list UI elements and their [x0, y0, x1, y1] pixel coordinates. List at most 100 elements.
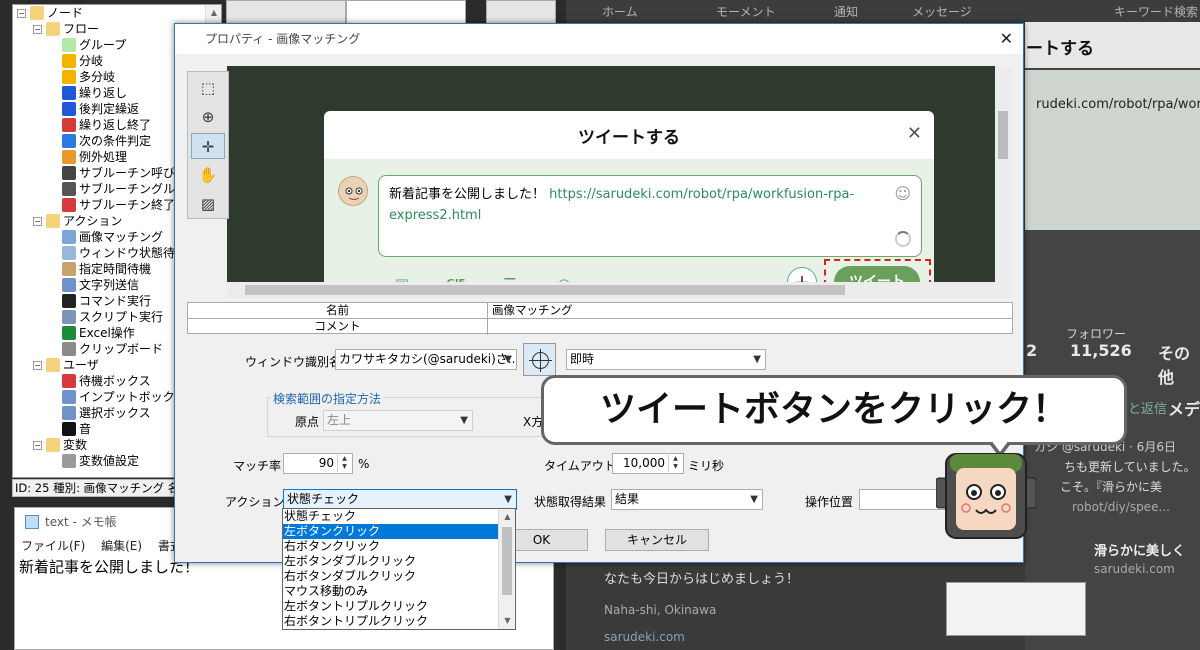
nav-notifications[interactable]: 通知 [834, 3, 858, 20]
nav-moments[interactable]: モーメント [716, 3, 776, 20]
tree-folder[interactable]: − アクション [33, 213, 122, 229]
target-finder-button[interactable] [523, 343, 556, 376]
scroll-thumb[interactable] [998, 111, 1008, 159]
tree-item[interactable]: Excel操作 [62, 325, 135, 341]
tree-item[interactable]: 繰り返し終了 [62, 117, 151, 133]
card-title[interactable]: 滑らかに美しく [1094, 540, 1185, 559]
reply-tab[interactable]: と返信 [1128, 398, 1167, 417]
tree-item[interactable]: 例外処理 [62, 149, 127, 165]
tweet-compose-area: 新着記事を公開しました！ https://sarudeki.com/robot/… [324, 159, 934, 298]
dropdown-option[interactable]: 右ボタンクリック [283, 539, 515, 554]
dropdown-option[interactable]: 左ボタントリプルクリック [283, 599, 515, 614]
menu-edit[interactable]: 編集(E) [101, 539, 142, 553]
menu-file[interactable]: ファイル(F) [21, 539, 85, 553]
followers-label: フォロワー [1066, 327, 1127, 341]
tree-item[interactable]: 指定時間待機 [62, 261, 151, 277]
stepper-arrows-icon[interactable]: ▲ ▼ [337, 455, 351, 472]
scroll-down-icon[interactable]: ▼ [499, 613, 516, 629]
tree-item[interactable]: 多分岐 [62, 69, 115, 85]
tree-item[interactable]: 画像マッチング [62, 229, 163, 245]
tree-item-label: 次の条件判定 [79, 134, 152, 148]
cancel-button[interactable]: キャンセル [605, 529, 709, 551]
zoom-tool-icon[interactable]: ⊕ [191, 104, 225, 130]
nav-messages[interactable]: メッセージ [912, 3, 972, 20]
emoji-icon[interactable]: ☺ [894, 183, 911, 204]
dropdown-option[interactable]: 右ボタンダブルクリック [283, 569, 515, 584]
tree-item[interactable]: 分岐 [62, 53, 103, 69]
crosshair-tool-icon[interactable]: ✛ [191, 133, 225, 159]
name-value[interactable]: 画像マッチング [490, 303, 573, 318]
dropdown-option[interactable]: 左ボタンダブルクリック [283, 554, 515, 569]
window-select[interactable]: カワサキタカシ(@sarudeki)さ... ▼ [335, 349, 517, 370]
close-icon[interactable]: ✕ [1000, 24, 1013, 54]
notepad-title: text - メモ帳 [45, 515, 117, 529]
tree-item[interactable]: 変数値設定 [62, 453, 139, 469]
expander-icon[interactable]: − [33, 24, 42, 34]
expander-icon[interactable]: − [17, 8, 26, 18]
tree-item-label: 後判定繰返 [79, 102, 140, 116]
tree-folder[interactable]: − ノード [17, 5, 83, 21]
close-icon[interactable]: ✕ [907, 123, 922, 144]
search-input[interactable]: キーワード検索 [1114, 3, 1198, 20]
canvas-hscroll[interactable] [227, 282, 995, 298]
tree-item[interactable]: 繰り返し [62, 85, 127, 101]
action-select[interactable]: 状態チェック ▼ [283, 489, 517, 510]
tree-item[interactable]: コマンド実行 [62, 293, 151, 309]
dropdown-option[interactable]: 左ボタンクリック [283, 524, 515, 539]
tweet-link[interactable]: robot/diy/spee... [1072, 500, 1170, 514]
select-tool-icon[interactable]: ⬚ [191, 75, 225, 101]
dropdown-scrollbar[interactable]: ▲ ▼ [498, 509, 515, 629]
tree-item[interactable]: サブルーチン終了 [62, 197, 175, 213]
action-dropdown-list[interactable]: 状態チェック 左ボタンクリック 右ボタンクリック 左ボタンダブルクリック 右ボタンダブル… [282, 508, 516, 630]
more-tab[interactable]: その他 [1158, 340, 1200, 388]
followers-count[interactable]: 11,526 [1070, 341, 1132, 360]
next-condition-icon [62, 134, 76, 148]
chevron-down-icon: ▼ [504, 354, 512, 365]
card-image[interactable] [946, 582, 1086, 636]
profile-link[interactable]: sarudeki.com [604, 630, 685, 644]
timing-select[interactable]: 即時 ▼ [566, 349, 766, 370]
tree-folder[interactable]: − 変数 [33, 437, 87, 453]
capture-canvas[interactable]: ツイートする ✕ 新着記事を公開しました！ https://sarudeki.c… [227, 66, 1010, 298]
tree-item[interactable]: 選択ボックス [62, 405, 151, 421]
origin-select[interactable]: 左上 ▼ [323, 410, 473, 431]
expander-icon[interactable]: − [33, 360, 42, 370]
timeout-stepper[interactable]: 10,000 ▲ ▼ [612, 453, 684, 474]
dropdown-option[interactable]: マウス移動のみ [283, 584, 515, 599]
media-tab[interactable]: メデ [1168, 396, 1200, 420]
expander-icon[interactable]: − [33, 440, 42, 450]
subroutine-end-icon [62, 198, 76, 212]
scroll-thumb[interactable] [502, 527, 512, 595]
tree-folder[interactable]: − フロー [33, 21, 99, 37]
dropdown-option[interactable]: 状態チェック [283, 509, 515, 524]
tree-item-label: アクション [63, 214, 123, 228]
expander-icon[interactable]: − [33, 216, 42, 226]
position-label: 操作位置 [805, 495, 854, 509]
origin-value: 左上 [327, 413, 352, 427]
tree-item[interactable]: 文字列送信 [62, 277, 139, 293]
match-rate-stepper[interactable]: 90 ▲ ▼ [283, 453, 353, 474]
hand-tool-icon[interactable]: ✋ [191, 162, 225, 188]
tree-item-label: 繰り返し終了 [79, 118, 152, 132]
nav-home[interactable]: ホーム [602, 3, 638, 20]
tree-item[interactable]: 次の条件判定 [62, 133, 151, 149]
tree-item[interactable]: スクリプト実行 [62, 309, 163, 325]
dropdown-option[interactable]: 右ボタントリプルクリック [283, 614, 515, 629]
tree-item[interactable]: 待機ボックス [62, 373, 151, 389]
scroll-up-icon[interactable]: ▲ [499, 509, 516, 525]
tree-item[interactable]: クリップボード [62, 341, 163, 357]
tree-item[interactable]: グループ [62, 37, 126, 53]
tweet-text-input[interactable]: 新着記事を公開しました！ https://sarudeki.com/robot/… [378, 175, 922, 257]
capture-tool-icon[interactable]: ▨ [191, 191, 225, 217]
tree-folder[interactable]: − ユーザ [33, 357, 99, 373]
tree-item[interactable]: インプットボックス [62, 389, 186, 405]
canvas-vscroll[interactable] [995, 66, 1011, 298]
branch-icon [62, 54, 76, 68]
stepper-arrows-icon[interactable]: ▲ ▼ [668, 455, 682, 472]
tree-item[interactable]: 音 [62, 421, 91, 437]
state-select[interactable]: 結果 ▼ [611, 489, 763, 510]
tree-item[interactable]: ウィンドウ状態待機 [62, 245, 187, 261]
scroll-up-icon[interactable]: ▲ [206, 5, 221, 21]
tree-item[interactable]: 後判定繰返 [62, 101, 139, 117]
scroll-thumb[interactable] [245, 285, 845, 295]
